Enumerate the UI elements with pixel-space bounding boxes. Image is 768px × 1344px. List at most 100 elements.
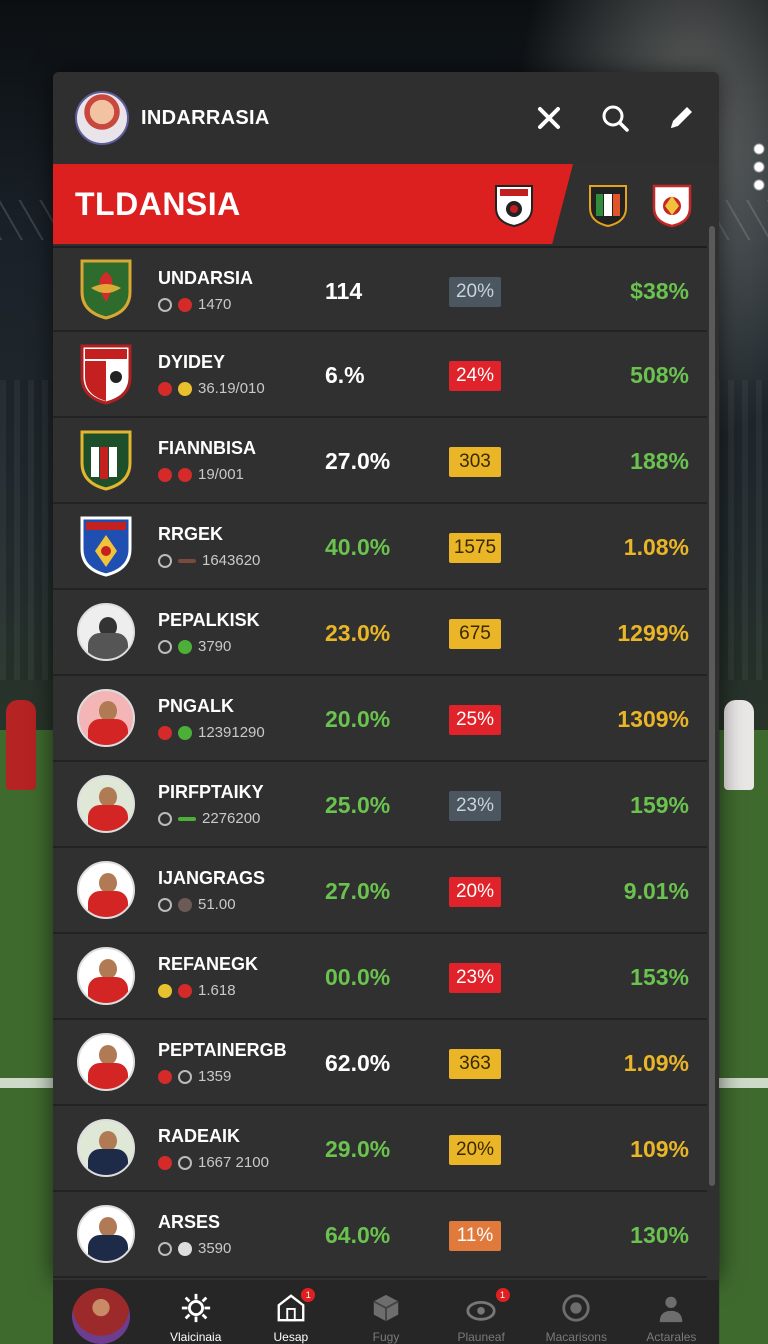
- status-icon: [158, 897, 172, 912]
- player-stats: 12391290: [158, 724, 265, 741]
- ball-icon: [466, 1300, 496, 1321]
- club-crest-icon[interactable]: [651, 182, 693, 228]
- club-crest-icon: [80, 344, 132, 405]
- stat-badge: 1575: [449, 533, 501, 563]
- table-row[interactable]: PIRFPTAIKY 2276200 25.0% 23% 159%: [53, 762, 707, 848]
- team-name: DYIDEY: [158, 352, 226, 372]
- percent-value: 188%: [630, 448, 689, 474]
- table-row[interactable]: FIANNBISA 19/001 27.0% 303 188%: [53, 418, 707, 504]
- player-photo: [77, 1205, 135, 1263]
- status-icon: [178, 897, 192, 912]
- table-row[interactable]: PNGALK 12391290 20.0% 25% 1309%: [53, 676, 707, 762]
- percent-value: 109%: [630, 1136, 689, 1162]
- stat-badge: 23%: [449, 791, 501, 821]
- pencil-icon[interactable]: [665, 102, 697, 134]
- background-player-right: [724, 700, 754, 790]
- percent-value: $38%: [630, 278, 689, 304]
- table-row[interactable]: PEPTAINERGB 1359 62.0% 363 1.09%: [53, 1020, 707, 1106]
- stat-badge: 23%: [449, 963, 501, 993]
- nav-profile[interactable]: [53, 1280, 148, 1344]
- player-stats: 1359: [158, 1068, 231, 1085]
- nav-label: Uesap: [273, 1330, 309, 1344]
- gear-icon: [181, 1293, 210, 1323]
- club-crest-icon[interactable]: [493, 182, 535, 228]
- status-icon: [158, 1069, 172, 1084]
- player-name: PEPTAINERGB: [158, 1040, 287, 1060]
- notification-badge: 1: [495, 1288, 510, 1302]
- stat-value: 29.0%: [325, 1136, 391, 1162]
- percent-value: 9.01%: [623, 878, 689, 904]
- table-row[interactable]: ARSES 3590 64.0% 11% 130%: [53, 1192, 707, 1278]
- player-name: REFANEGK: [158, 954, 259, 974]
- stat-value: 40.0%: [325, 534, 391, 560]
- table-row[interactable]: RADEAIK 1667 2100 29.0% 20% 109%: [53, 1106, 707, 1192]
- team-name: FIANNBISA: [158, 438, 256, 458]
- stat-value: 00.0%: [325, 964, 391, 990]
- stat-value: 62.0%: [325, 1050, 391, 1076]
- player-name: IJANGRAGS: [158, 868, 266, 888]
- table-row[interactable]: RRGEK 1643620 40.0% 1575 1.08%: [53, 504, 707, 590]
- nav-actarales[interactable]: Actarales: [624, 1280, 719, 1344]
- stat-value: 23.0%: [325, 620, 391, 646]
- nav-macarisons[interactable]: Macarisons: [529, 1280, 624, 1344]
- team-name: UNDARSIA: [158, 268, 254, 288]
- club-crest-icon[interactable]: [587, 182, 629, 228]
- team-stats: 36.19/010: [158, 380, 265, 397]
- club-crest-icon: [80, 516, 132, 577]
- status-icon: [178, 297, 192, 312]
- status-icon: [178, 1069, 192, 1084]
- player-name: PNGALK: [158, 696, 234, 716]
- percent-value: 1299%: [617, 620, 689, 646]
- floodlight: [752, 140, 766, 194]
- player-photo: [77, 603, 135, 661]
- nav-vlaicinaia[interactable]: Vlaicinaia: [148, 1280, 243, 1344]
- player-photo: [77, 947, 135, 1005]
- close-icon[interactable]: [533, 102, 565, 134]
- stat-badge: 24%: [449, 361, 501, 391]
- profile-avatar[interactable]: [71, 1288, 130, 1344]
- percent-value: 159%: [630, 792, 689, 818]
- stat-value: 6.%: [325, 362, 365, 388]
- table-row[interactable]: UNDARSIA 1470 114 20% $38%: [53, 246, 707, 332]
- table-row[interactable]: PEPALKISK 3790 23.0% 675 1299%: [53, 590, 707, 676]
- stat-badge: 363: [449, 1049, 501, 1079]
- nav-label: Vlaicinaia: [170, 1330, 222, 1344]
- status-icon: [158, 553, 172, 568]
- status-icon: [158, 983, 172, 998]
- status-icon: [158, 639, 172, 654]
- search-icon[interactable]: [599, 102, 631, 134]
- player-stats: 1.618: [158, 982, 236, 999]
- nav-uesap[interactable]: 1 Uesap: [243, 1280, 338, 1344]
- player-photo: [77, 689, 135, 747]
- player-photo: [77, 1119, 135, 1177]
- table-row[interactable]: DYIDEY 36.19/010 6.% 24% 508%: [53, 332, 707, 418]
- badge-icon: [562, 1294, 590, 1322]
- status-icon: [158, 297, 172, 312]
- notification-badge: 1: [301, 1288, 316, 1302]
- player-stats: 3590: [158, 1240, 231, 1257]
- player-stats: 3790: [158, 638, 231, 655]
- status-icon: [178, 639, 192, 654]
- player-name: ARSES: [158, 1212, 221, 1232]
- standings-panel: INDARRASIA TLDANSIA UNDARSIA 1470 114 20…: [53, 72, 719, 1280]
- league-banner: TLDANSIA: [53, 164, 719, 244]
- stat-value: 64.0%: [325, 1222, 391, 1248]
- nav-label: Actarales: [646, 1330, 697, 1344]
- nav-label: Fugy: [372, 1330, 400, 1344]
- team-stats: 1643620: [158, 552, 260, 569]
- user-avatar[interactable]: [75, 91, 129, 145]
- background-player-left: [6, 700, 36, 790]
- nav-label: Plauneaf: [457, 1330, 505, 1344]
- scrollbar[interactable]: [709, 226, 715, 1186]
- player-photo: [77, 1033, 135, 1091]
- stat-badge: 25%: [449, 705, 501, 735]
- stat-badge: 20%: [449, 277, 501, 307]
- table-row[interactable]: REFANEGK 1.618 00.0% 23% 153%: [53, 934, 707, 1020]
- status-icon: [178, 467, 192, 482]
- percent-value: 130%: [630, 1222, 689, 1248]
- nav-fugy[interactable]: Fugy: [338, 1280, 433, 1344]
- table-row[interactable]: IJANGRAGS 51.00 27.0% 20% 9.01%: [53, 848, 707, 934]
- nav-plauneaf[interactable]: 1 Plauneaf: [434, 1280, 529, 1344]
- player-photo: [77, 861, 135, 919]
- status-icon: [178, 983, 192, 998]
